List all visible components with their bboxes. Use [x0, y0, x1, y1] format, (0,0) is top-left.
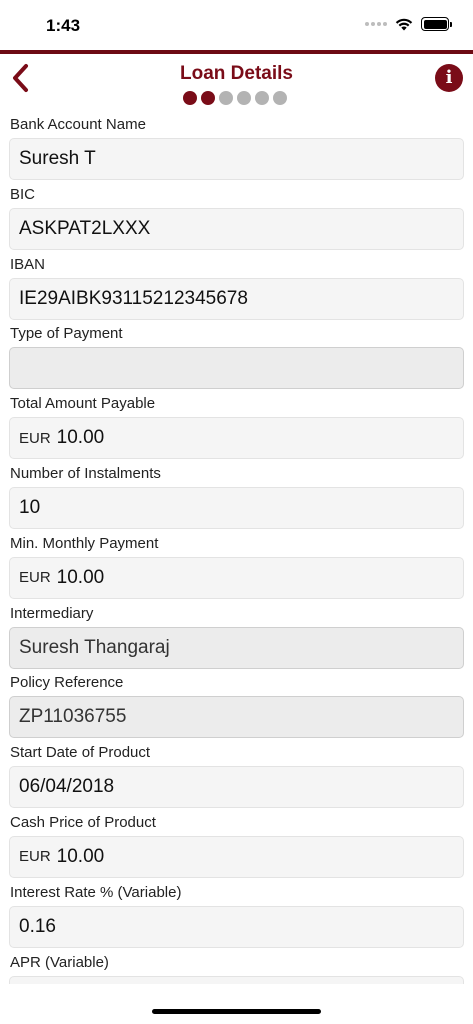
step-dot-6	[273, 91, 287, 105]
field-bank-account-name: Bank Account Name Suresh T	[0, 112, 473, 182]
interest-rate-input[interactable]: 0.16	[9, 905, 464, 948]
step-dot-1	[183, 91, 197, 105]
currency-prefix: EUR	[19, 848, 51, 866]
bic-input[interactable]: ASKPAT2LXXX	[9, 207, 464, 250]
field-intermediary: Intermediary Suresh Thangaraj	[0, 601, 473, 671]
number-of-instalments-input[interactable]: 10	[9, 486, 464, 529]
field-value: 10.00	[56, 566, 105, 588]
bank-account-name-input[interactable]: Suresh T	[9, 138, 464, 180]
iban-input[interactable]: IE29AIBK93115212345678	[9, 277, 464, 320]
step-dot-5	[255, 91, 269, 105]
min-monthly-payment-input[interactable]: EUR 10.00	[9, 556, 464, 599]
field-policy-reference: Policy Reference ZP11036755	[0, 670, 473, 740]
field-label: Intermediary	[10, 604, 94, 622]
field-min-monthly-payment: Min. Monthly Payment EUR 10.00	[0, 531, 473, 601]
field-total-amount-payable: Total Amount Payable EUR 10.00	[0, 391, 473, 461]
field-label: BIC	[10, 185, 36, 203]
step-dot-3	[219, 91, 233, 105]
currency-prefix: EUR	[19, 569, 51, 587]
status-time: 1:43	[46, 16, 81, 35]
field-label: Total Amount Payable	[10, 395, 156, 413]
home-indicator[interactable]	[152, 1009, 321, 1014]
field-value: ZP11036755	[19, 706, 127, 728]
field-start-date-of-product: Start Date of Product 06/04/2018	[0, 740, 473, 810]
nav-bar: Loan Details i	[0, 54, 473, 112]
field-value: 10	[19, 496, 41, 518]
battery-icon	[421, 17, 452, 31]
field-value: Suresh Thangaraj	[19, 636, 170, 658]
field-cash-price-of-product: Cash Price of Product EUR 10.00	[0, 810, 473, 880]
apr-input[interactable]	[9, 975, 464, 984]
field-apr: APR (Variable)	[0, 950, 473, 984]
field-value: Suresh T	[19, 148, 96, 169]
field-label: Start Date of Product	[10, 744, 151, 762]
field-value: IE29AIBK93115212345678	[19, 287, 248, 309]
step-dot-4	[237, 91, 251, 105]
field-value: 10.00	[56, 427, 105, 449]
field-value: 06/04/2018	[19, 776, 115, 798]
field-value: 0.16	[19, 915, 56, 937]
type-of-payment-select[interactable]	[9, 347, 464, 390]
info-icon: i	[445, 67, 453, 88]
field-label: Policy Reference	[10, 674, 124, 692]
field-label: Number of Instalments	[10, 464, 161, 482]
step-dot-2	[201, 91, 215, 105]
field-value: ASKPAT2LXXX	[19, 217, 151, 239]
field-interest-rate: Interest Rate % (Variable) 0.16	[0, 880, 473, 950]
step-indicator	[183, 91, 287, 105]
field-iban: IBAN IE29AIBK93115212345678	[0, 252, 473, 322]
field-label: Interest Rate % (Variable)	[10, 883, 182, 901]
policy-reference-input[interactable]: ZP11036755	[9, 696, 464, 739]
field-label: Min. Monthly Payment	[10, 534, 159, 552]
status-bar: 1:43	[0, 0, 473, 50]
field-number-of-instalments: Number of Instalments 10	[0, 461, 473, 531]
field-bic: BIC ASKPAT2LXXX	[0, 182, 473, 252]
loan-details-form[interactable]: Bank Account Name Suresh T BIC ASKPAT2LX…	[0, 112, 473, 984]
currency-prefix: EUR	[19, 429, 51, 447]
field-label: Bank Account Name	[10, 116, 146, 133]
field-type-of-payment: Type of Payment	[0, 321, 473, 391]
cellular-signal-icon	[365, 22, 387, 26]
cash-price-input[interactable]: EUR 10.00	[9, 835, 464, 878]
field-label: APR (Variable)	[10, 953, 109, 971]
status-icons	[365, 17, 452, 31]
field-label: Type of Payment	[10, 325, 123, 343]
start-date-input[interactable]: 06/04/2018	[9, 766, 464, 809]
total-amount-payable-input[interactable]: EUR 10.00	[9, 417, 464, 460]
intermediary-input[interactable]: Suresh Thangaraj	[9, 626, 464, 669]
field-label: IBAN	[10, 255, 46, 273]
field-value: 10.00	[56, 845, 105, 867]
info-button[interactable]: i	[435, 64, 463, 92]
field-label: Cash Price of Product	[10, 813, 156, 831]
page-title: Loan Details	[180, 63, 293, 84]
wifi-icon	[395, 18, 413, 31]
